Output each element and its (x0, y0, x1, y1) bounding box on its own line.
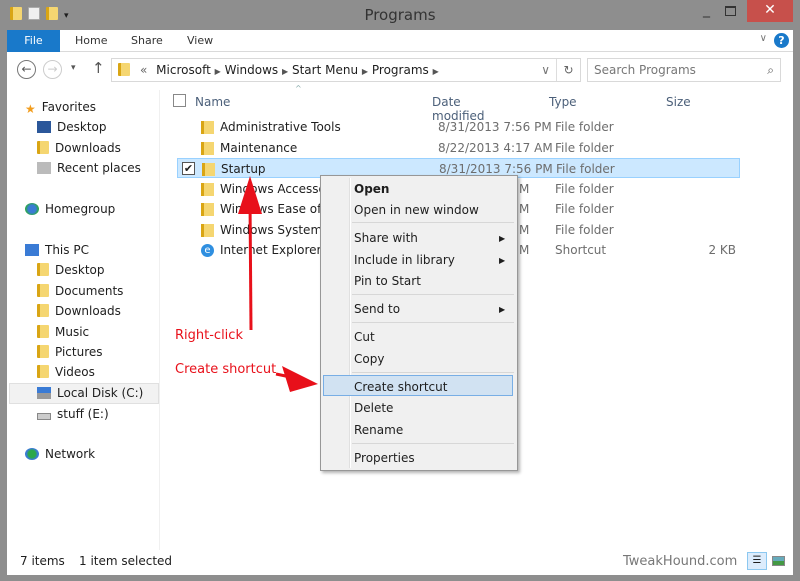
arrow-right-click (248, 199, 253, 331)
annotation-right-click: Right-click (175, 328, 243, 343)
annotation-arrows (238, 176, 318, 392)
arrowhead (282, 366, 318, 392)
annotation-create-shortcut: Create shortcut (175, 362, 277, 377)
arrowhead (238, 176, 262, 214)
